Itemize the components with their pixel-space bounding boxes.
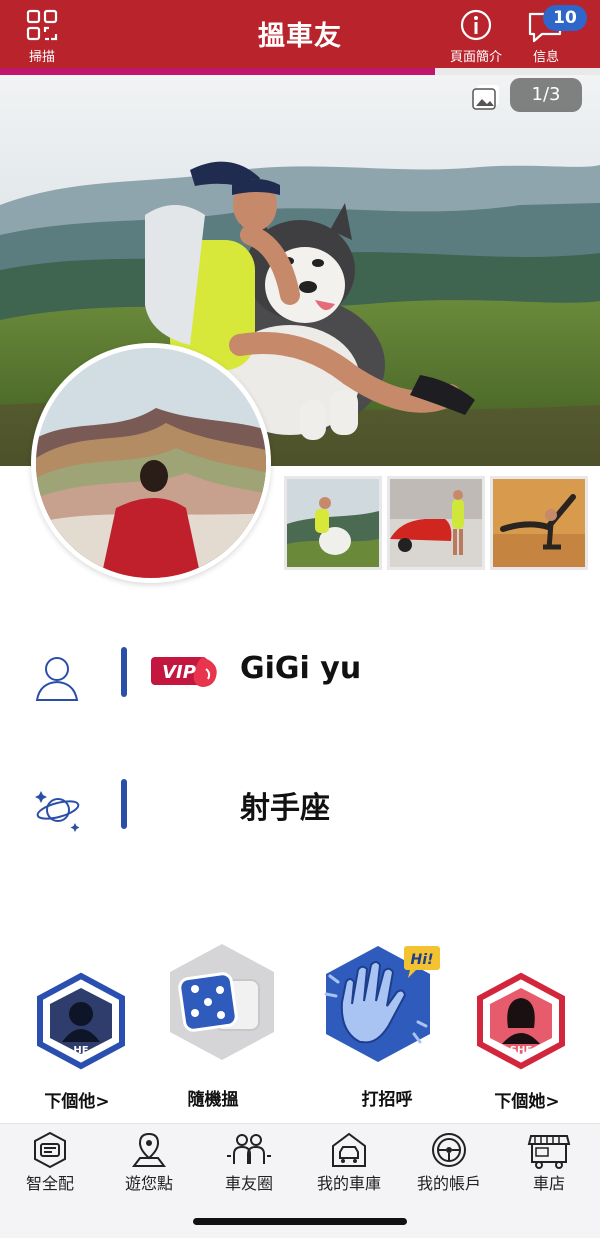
photo-page-indicator: 1/3 [510, 78, 582, 112]
next-him-label[interactable]: 下個他> [17, 1087, 137, 1112]
page-intro-button[interactable]: 頁面簡介 [438, 6, 514, 65]
female-silhouette-icon: SHE [477, 972, 565, 1070]
thumb-hiker-dog [287, 479, 379, 567]
he-text: HE [73, 1045, 88, 1056]
nav-label: 我的車庫 [316, 1174, 381, 1193]
friends-icon [227, 1134, 271, 1164]
thumbnail-1[interactable] [284, 476, 382, 570]
gallery-icon[interactable] [470, 82, 502, 114]
vip-text: VIP [162, 662, 196, 683]
greet-button[interactable]: Hi! [318, 942, 443, 1082]
nav-item-smart-match[interactable]: 智全配 [0, 1124, 100, 1204]
info-icon [460, 9, 492, 41]
dice-icon [170, 944, 274, 1060]
shop-icon [527, 1135, 571, 1169]
id-card-icon [34, 1131, 66, 1169]
nav-label: 車店 [532, 1174, 565, 1193]
waving-hand-icon: Hi! [324, 946, 440, 1062]
nav-item-shop[interactable]: 車店 [499, 1124, 599, 1204]
user-icon [35, 657, 79, 701]
nav-item-my-account[interactable]: 我的帳戶 [399, 1124, 499, 1204]
home-indicator[interactable] [193, 1218, 407, 1225]
thumb-sports-car [390, 479, 482, 567]
hi-text: Hi! [411, 952, 434, 968]
male-silhouette-icon: HE [37, 972, 125, 1070]
zodiac-sign: 射手座 [240, 791, 330, 826]
steering-wheel-icon [432, 1133, 466, 1167]
next-her-label[interactable]: 下個她> [467, 1087, 587, 1112]
garage-icon [332, 1132, 366, 1167]
message-count-badge: 10 [543, 5, 587, 31]
nav-item-friends[interactable]: 車友圈 [199, 1124, 299, 1204]
avatar-rainbow-mountain [36, 348, 266, 578]
profile-progress-bar [0, 68, 600, 75]
she-text: SHE [510, 1045, 533, 1056]
nav-item-explore[interactable]: 遊您點 [99, 1124, 199, 1204]
nav-label: 我的帳戶 [416, 1174, 481, 1193]
profile-name-row: GiGi yu [0, 625, 600, 715]
map-pin-icon [132, 1132, 166, 1167]
random-label[interactable]: 隨機搵 [153, 1085, 273, 1110]
profile-progress-fill [0, 68, 435, 75]
divider-bar [121, 647, 127, 697]
thumbnail-2[interactable] [387, 476, 485, 570]
page-intro-label: 頁面簡介 [449, 50, 502, 65]
zodiac-row: 射手座 [0, 755, 600, 845]
messages-label: 信息 [532, 50, 559, 65]
random-button[interactable] [160, 940, 285, 1080]
vip-badge: VIP [151, 657, 217, 687]
nav-item-my-garage[interactable]: 我的車庫 [299, 1124, 399, 1204]
thumb-yoga [493, 479, 585, 567]
nav-label: 遊您點 [124, 1174, 173, 1193]
top-bar: 掃描 搵車友 頁面簡介 信息 [0, 0, 600, 68]
nav-label: 車友圈 [224, 1174, 273, 1193]
profile-avatar[interactable] [31, 343, 271, 583]
planet-icon [35, 791, 80, 832]
nav-label: 智全配 [25, 1174, 74, 1193]
greet-label[interactable]: 打招呼 [327, 1085, 447, 1110]
thumbnail-3[interactable] [490, 476, 588, 570]
divider-bar [121, 779, 127, 829]
profile-name: GiGi yu [240, 651, 362, 686]
